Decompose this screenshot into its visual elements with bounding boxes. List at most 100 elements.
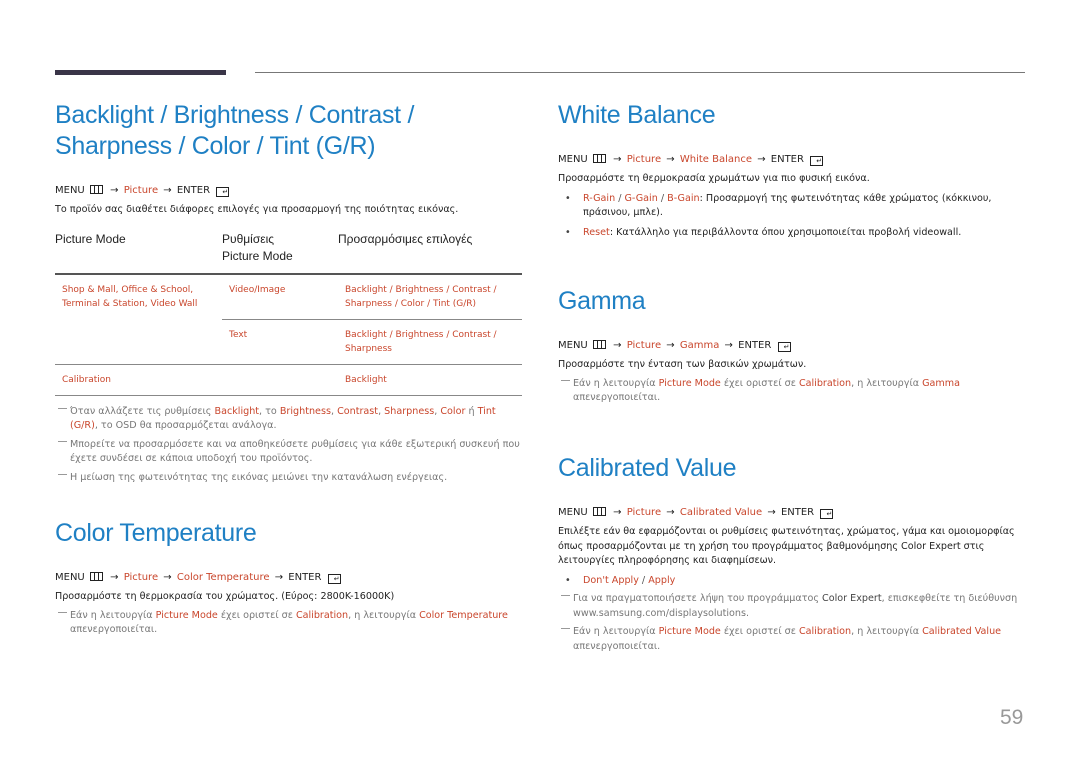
menu-icon (592, 340, 606, 349)
note-color-expert: Για να πραγματοποιήσετε λήψη του προγράμ… (558, 592, 1025, 621)
hl-brightness: Brightness (279, 405, 331, 417)
note-text: έχει οριστεί σε (720, 377, 799, 389)
cell-options-l1: Backlight / Brightness / Contrast / (345, 329, 497, 340)
arrow-icon: → (613, 507, 622, 518)
hl-reset: Reset (583, 226, 610, 238)
note-energy: Η μείωση της φωτεινότητας της εικόνας με… (55, 471, 522, 486)
cell-mode-l1: Shop & Mall, Office & School, (62, 284, 194, 295)
cell-options-l2: Sharpness (345, 343, 392, 354)
menu-label: MENU (558, 507, 588, 518)
enter-icon: ↵ (777, 342, 791, 352)
note-text: απενεργοποιείται. (70, 624, 158, 635)
section-color-temperature: Color Temperature MENU → Picture → Color… (55, 518, 522, 638)
note-calibration: Εάν η λειτουργία Picture Mode έχει οριστ… (558, 625, 1025, 654)
header-picture-mode: Picture Mode (55, 231, 126, 246)
title-line-1: Backlight / Brightness / Contrast / (55, 101, 415, 129)
note-calibration: Εάν η λειτουργία Picture Mode έχει οριστ… (558, 377, 1025, 406)
section-backlight: Backlight / Brightness / Contrast / Shar… (55, 100, 522, 485)
enter-label: ENTER (770, 154, 804, 165)
menu-label: MENU (558, 340, 588, 351)
bullet-gain: R-Gain / G-Gain / B-Gain: Προσαρμογή της… (558, 192, 1025, 221)
path-white-balance[interactable]: White Balance (680, 154, 752, 165)
enter-label: ENTER (780, 507, 815, 518)
arrow-icon: → (163, 572, 172, 583)
hl-color: Color (440, 405, 466, 417)
cell-options: Backlight (338, 363, 522, 395)
note-text: , το OSD θα προσαρμόζεται ανάλογα. (94, 420, 277, 431)
header-settings: Ρυθμίσεις Picture Mode (222, 231, 338, 274)
arrow-icon: → (724, 340, 733, 351)
hl-picture-mode: Picture Mode (658, 377, 721, 389)
table-row: Shop & Mall, Office & School, Terminal & … (55, 274, 522, 320)
hl-sharpness: Sharpness (384, 405, 435, 417)
menu-label: MENU (558, 154, 588, 165)
menu-path: MENU → Picture → White Balance → ENTER ↵ (558, 153, 1025, 167)
path-picture[interactable]: Picture (124, 572, 158, 583)
hl-b-gain: B-Gain (667, 192, 700, 204)
cell-mode (55, 319, 222, 364)
enter-label: ENTER (738, 340, 772, 351)
desc-color-expert: Color Expert (901, 540, 961, 552)
header-options: Προσαρμόσιμες επιλογές (338, 231, 473, 246)
title-line-2: Sharpness / Color / Tint (G/R) (55, 132, 376, 160)
arrow-icon: → (163, 185, 172, 196)
path-calibrated-value[interactable]: Calibrated Value (680, 507, 762, 518)
section-title-calibrated-value: Calibrated Value (558, 454, 737, 482)
menu-icon (592, 507, 606, 516)
note-text: έχει οριστεί σε (217, 609, 296, 621)
enter-icon: ↵ (216, 187, 230, 197)
enter-icon: ↵ (327, 574, 341, 584)
cell-mode: Calibration (55, 363, 222, 395)
cell-mode: Shop & Mall, Office & School, Terminal & … (55, 274, 222, 320)
separator: / (615, 192, 625, 204)
cell-options-l2: Sharpness / Color / Tint (G/R) (345, 298, 477, 309)
arrow-icon: → (757, 154, 766, 165)
hl-picture-mode: Picture Mode (155, 609, 218, 621)
menu-path: MENU → Picture → Calibrated Value → ENTE… (558, 506, 1025, 520)
note-text: Εάν η λειτουργία (573, 626, 659, 637)
section-title-color-temperature: Color Temperature (55, 519, 257, 547)
table-row: Calibration Backlight (55, 363, 522, 395)
menu-icon (89, 185, 103, 194)
note-calibration: Εάν η λειτουργία Picture Mode έχει οριστ… (55, 609, 522, 638)
path-color-temperature[interactable]: Color Temperature (177, 572, 270, 583)
table-row: Text Backlight / Brightness / Contrast /… (55, 318, 522, 364)
hl-apply: Apply (648, 574, 676, 586)
path-gamma[interactable]: Gamma (680, 340, 720, 351)
hl-g-gain: G-Gain (624, 192, 658, 204)
note-text: , η λειτουργία (851, 377, 923, 389)
section-description: Προσαρμόστε τη θερμοκρασία χρωμάτων για … (558, 173, 870, 184)
path-picture[interactable]: Picture (627, 154, 661, 165)
note-text: , η λειτουργία (348, 609, 420, 621)
section-calibrated-value: Calibrated Value MENU → Picture → Calibr… (558, 453, 1025, 654)
hl-calibrated-value: Calibrated Value (922, 626, 1002, 637)
note-text: Όταν αλλάζετε τις ρυθμίσεις (70, 405, 215, 417)
path-picture[interactable]: Picture (124, 185, 158, 196)
hl-calibration: Calibration (798, 377, 852, 389)
menu-label: MENU (55, 572, 85, 583)
section-white-balance: White Balance MENU → Picture → White Bal… (558, 100, 1025, 240)
arrow-icon: → (666, 507, 675, 518)
cell-options-l1: Backlight / Brightness / Contrast / (345, 284, 497, 295)
menu-icon (592, 154, 606, 163)
enter-label: ENTER (288, 572, 322, 583)
menu-label: MENU (55, 185, 85, 196)
table-header: Picture Mode Ρυθμίσεις Picture Mode Προσα… (55, 231, 522, 274)
bullet-reset: Reset: Κατάλληλο για περιβάλλοντα όπου χ… (558, 226, 1025, 241)
header-rule (255, 72, 1025, 73)
header-settings-l2: Picture Mode (222, 248, 293, 263)
hl-contrast: Contrast (337, 405, 379, 417)
section-description: Επιλέξτε εάν θα εφαρμόζονται οι ρυθμίσει… (558, 525, 1025, 569)
cell-setting: Text (222, 318, 338, 364)
separator: / (638, 574, 649, 586)
note-color-expert: Color Expert (822, 593, 882, 604)
path-picture[interactable]: Picture (627, 340, 661, 351)
section-description: Προσαρμόστε την ένταση των βασικών χρωμά… (558, 359, 807, 370)
note-text: Για να πραγματοποιήσετε λήψη του προγράμ… (573, 593, 823, 604)
section-title-gamma: Gamma (558, 287, 646, 315)
note-text: έχει οριστεί σε (720, 626, 799, 637)
arrow-icon: → (110, 572, 119, 583)
bullet-text: : Κατάλληλο για περιβάλλοντα όπου χρησιμ… (609, 226, 962, 238)
menu-path: MENU → Picture → Gamma → ENTER ↵ (558, 339, 1025, 353)
path-picture[interactable]: Picture (627, 507, 661, 518)
